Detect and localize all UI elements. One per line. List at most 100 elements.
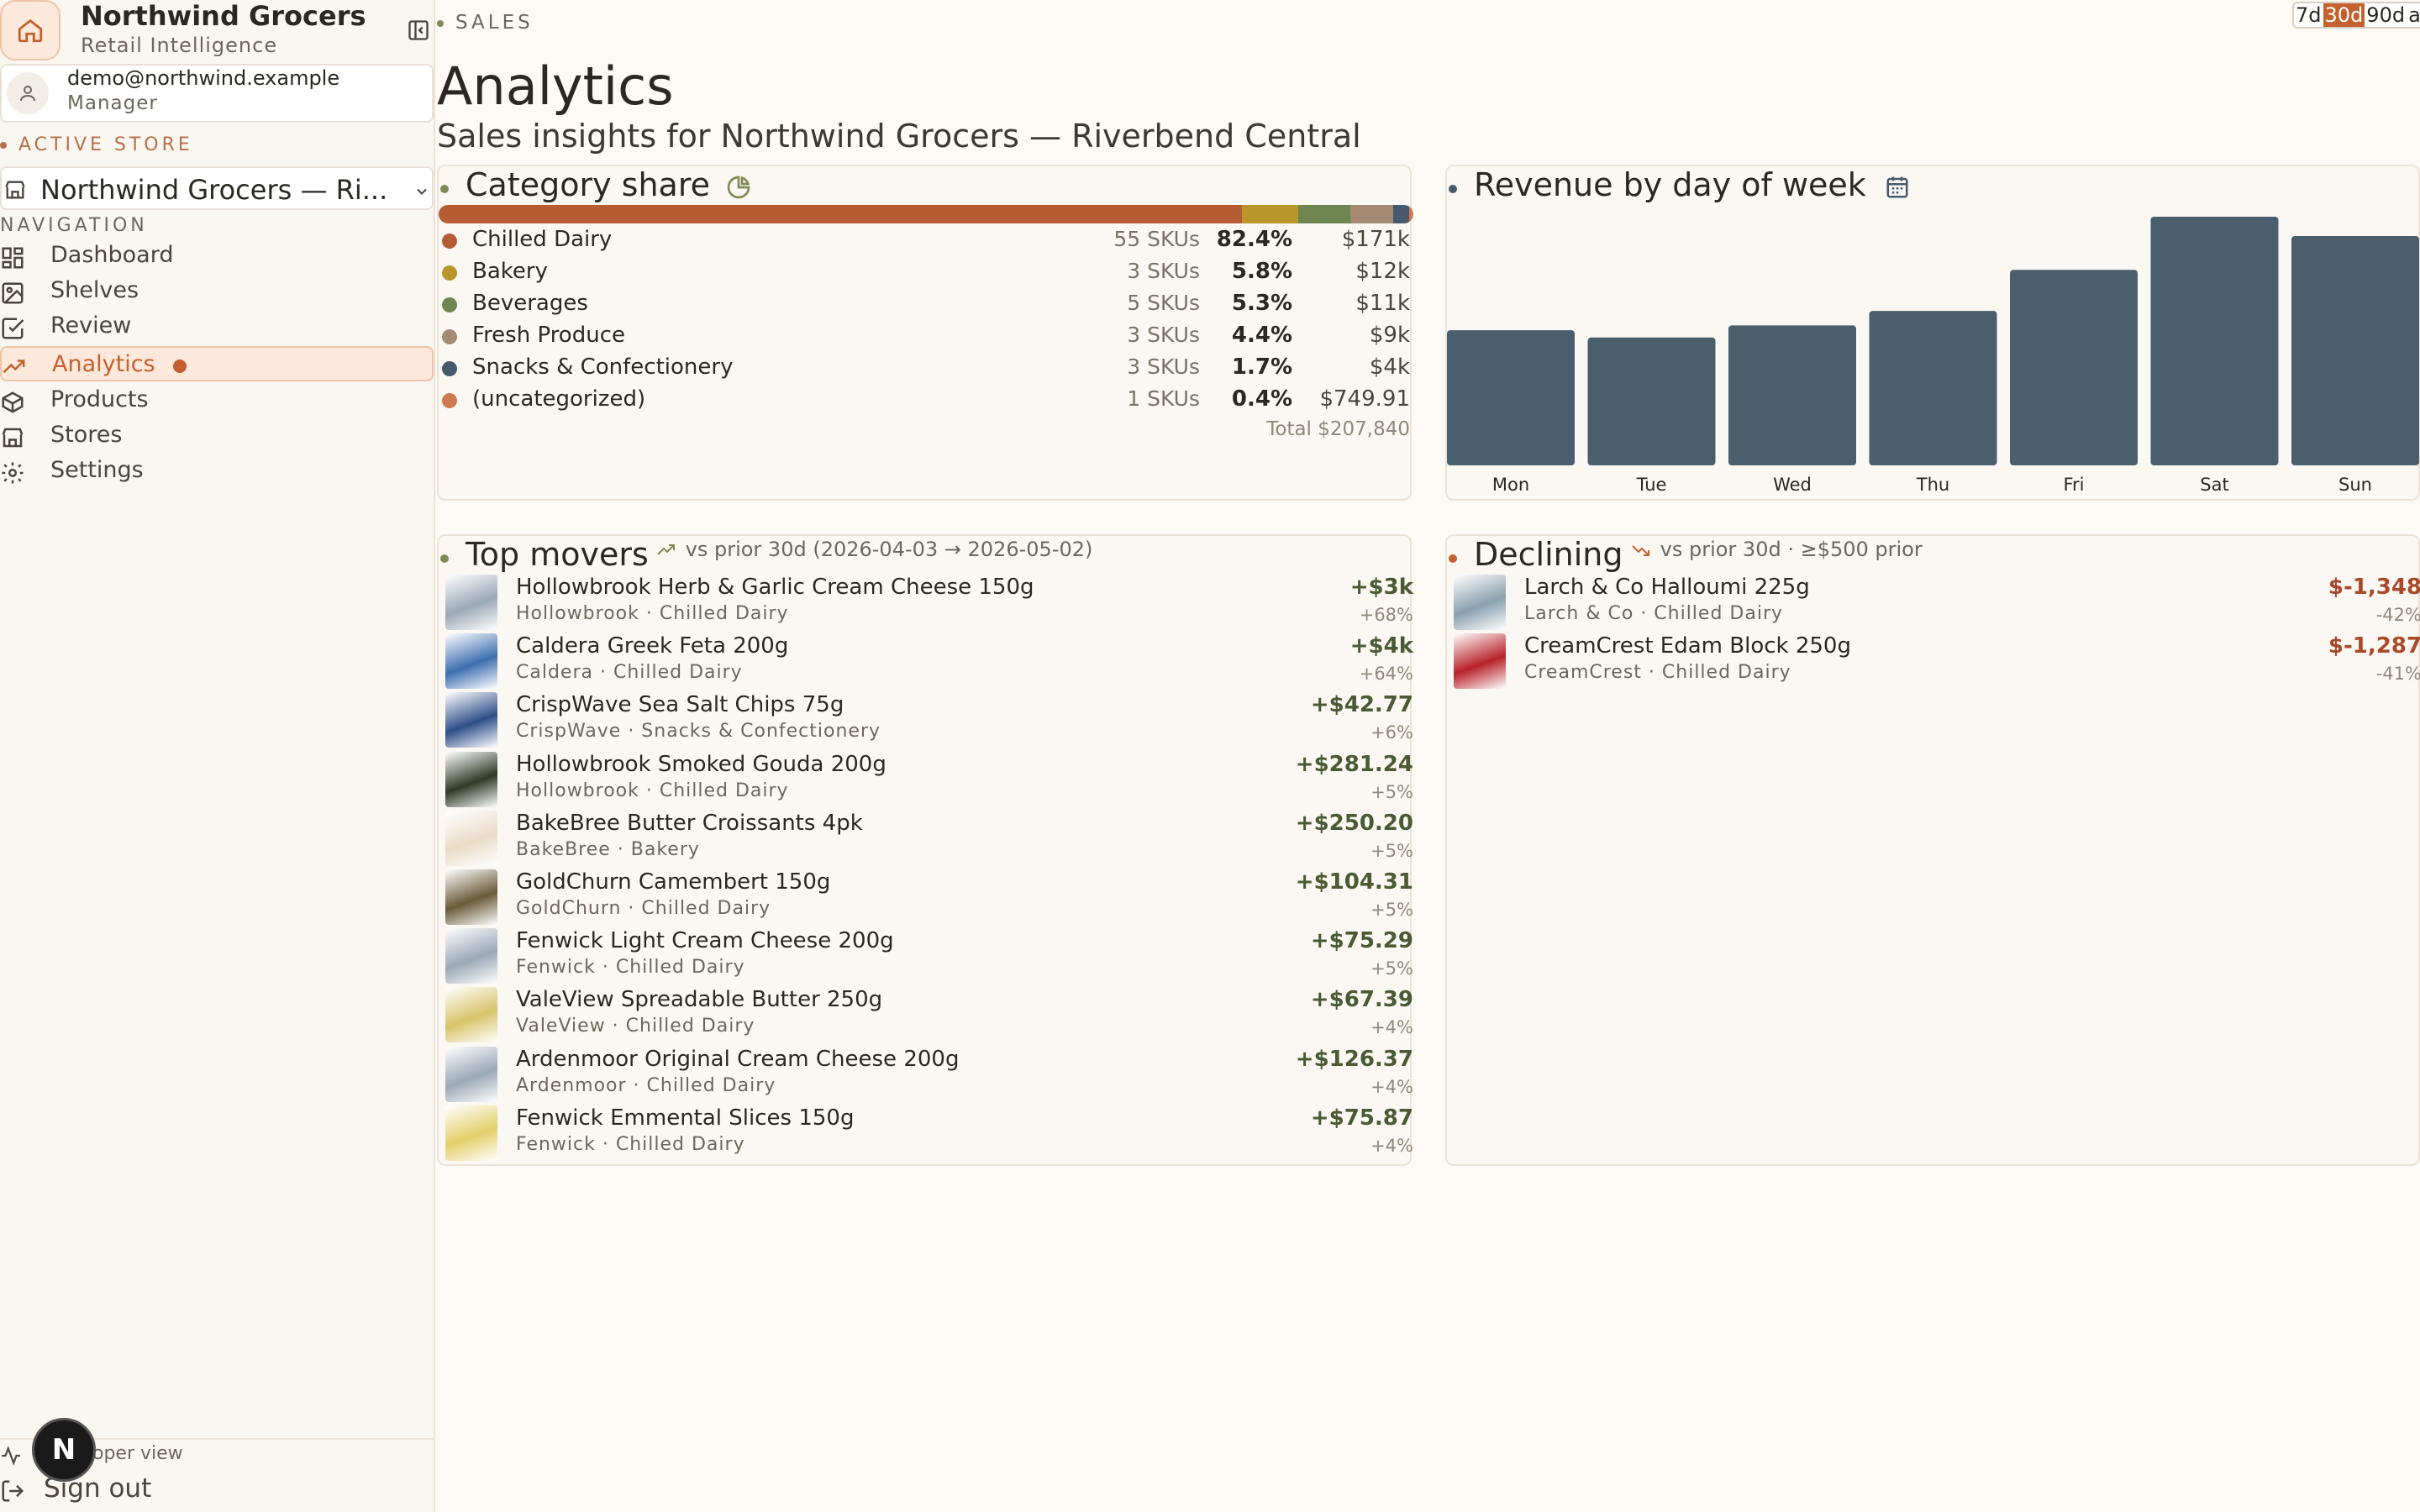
trend-up-icon bbox=[3, 360, 25, 374]
top-mover-item[interactable]: Caldera Greek Feta 200g Caldera · Chilled… bbox=[445, 633, 1413, 692]
category-sku-count: 1 SKUs bbox=[1127, 386, 1200, 411]
product-meta: Fenwick · Chilled Dairy bbox=[516, 957, 745, 979]
category-percent: 4.4% bbox=[1231, 323, 1292, 348]
revenue-delta: +$3k bbox=[1349, 575, 1413, 600]
page-eyebrow: SALES bbox=[437, 12, 534, 34]
revenue-bar-tue[interactable] bbox=[1587, 337, 1716, 465]
category-amount: $4k bbox=[1369, 354, 1410, 380]
top-mover-item[interactable]: ValeView Spreadable Butter 250g ValeView … bbox=[445, 987, 1413, 1046]
nav-item-analytics[interactable]: Analytics bbox=[0, 346, 434, 381]
pie-chart-icon bbox=[727, 176, 750, 198]
nav-item-products[interactable]: Products bbox=[0, 383, 434, 418]
x-tick-label: Sun bbox=[2338, 475, 2372, 495]
revenue-bar-sun[interactable] bbox=[2291, 235, 2419, 465]
declining-note: vs prior 30d · ≥$500 prior bbox=[1628, 538, 1923, 561]
checkbox-icon bbox=[2, 318, 24, 339]
category-row: Snacks & Confectionery 3 SKUs 1.7% $4k bbox=[442, 353, 1410, 383]
category-row: (uncategorized) 1 SKUs 0.4% $749.91 bbox=[442, 385, 1410, 415]
date-range-toggle: 7d 30d 90d all bbox=[2292, 2, 2420, 29]
home-logo-button[interactable] bbox=[0, 0, 60, 60]
card-dot bbox=[440, 185, 449, 193]
percent-change: +5% bbox=[1370, 958, 1413, 979]
active-store-label: ACTIVE STORE bbox=[0, 134, 193, 155]
nav-item-label: Analytics bbox=[52, 351, 155, 377]
product-meta: Caldera · Chilled Dairy bbox=[516, 662, 743, 684]
category-row: Chilled Dairy 55 SKUs 82.4% $171k bbox=[442, 225, 1410, 255]
category-sku-count: 3 SKUs bbox=[1127, 354, 1200, 379]
nav-item-stores[interactable]: Stores bbox=[0, 418, 434, 454]
product-thumbnail bbox=[445, 633, 497, 690]
top-mover-item[interactable]: Fenwick Emmental Slices 150g Fenwick · Ch… bbox=[445, 1105, 1413, 1164]
product-meta: Larch & Co · Chilled Dairy bbox=[1524, 603, 1784, 624]
developer-view-label: oper view bbox=[92, 1443, 183, 1464]
product-thumbnail bbox=[445, 869, 497, 925]
image-icon bbox=[2, 282, 24, 304]
product-meta: BakeBree · Bakery bbox=[516, 838, 700, 860]
revenue-delta: +$250.20 bbox=[1295, 810, 1413, 836]
revenue-bar-sat[interactable] bbox=[2150, 217, 2279, 465]
range-option-all[interactable]: all bbox=[2407, 3, 2420, 27]
top-mover-item[interactable]: Ardenmoor Original Cream Cheese 200g Arde… bbox=[445, 1046, 1413, 1105]
category-amount: $171k bbox=[1341, 227, 1410, 252]
product-thumbnail bbox=[445, 1046, 497, 1102]
nav-item-shelves[interactable]: Shelves bbox=[0, 274, 434, 309]
category-percent: 0.4% bbox=[1231, 386, 1292, 412]
top-mover-item[interactable]: GoldChurn Camembert 150g GoldChurn · Chil… bbox=[445, 869, 1413, 928]
revenue-bar-fri[interactable] bbox=[2010, 270, 2138, 465]
store-selector[interactable]: Northwind Grocers — Ri... bbox=[0, 166, 434, 210]
navigation-label: NAVIGATION bbox=[0, 215, 148, 236]
percent-change: -42% bbox=[2375, 605, 2420, 625]
declining-item[interactable]: Larch & Co Halloumi 225g Larch & Co · Chi… bbox=[1454, 575, 2420, 633]
range-option-7d[interactable]: 7d bbox=[2294, 3, 2323, 27]
revenue-bar-wed[interactable] bbox=[1728, 325, 1856, 465]
nav-item-dashboard[interactable]: Dashboard bbox=[0, 239, 434, 274]
card-title: Top movers bbox=[466, 536, 649, 573]
revenue-delta: +$75.29 bbox=[1310, 928, 1413, 954]
range-option-30d[interactable]: 30d bbox=[2323, 3, 2365, 27]
category-sku-count: 5 SKUs bbox=[1127, 291, 1200, 315]
product-name: GoldChurn Camembert 150g bbox=[516, 869, 831, 895]
top-mover-item[interactable]: Hollowbrook Smoked Gouda 200g Hollowbrook… bbox=[445, 751, 1413, 811]
top-mover-item[interactable]: Hollowbrook Herb & Garlic Cream Cheese 1… bbox=[445, 575, 1413, 633]
category-name: Fresh Produce bbox=[472, 323, 625, 348]
product-meta: CreamCrest · Chilled Dairy bbox=[1524, 662, 1791, 684]
product-name: Larch & Co Halloumi 225g bbox=[1524, 575, 1810, 600]
product-thumbnail bbox=[445, 928, 497, 984]
revenue-delta: +$281.24 bbox=[1295, 751, 1413, 777]
collapse-sidebar-icon[interactable] bbox=[407, 18, 430, 42]
product-name: Ardenmoor Original Cream Cheese 200g bbox=[516, 1046, 960, 1072]
page-subtitle: Sales insights for Northwind Grocers — R… bbox=[437, 118, 1361, 155]
revenue-delta: +$42.77 bbox=[1310, 692, 1413, 718]
category-color-swatch bbox=[442, 234, 457, 249]
product-thumbnail bbox=[445, 987, 497, 1043]
nav-item-label: Review bbox=[50, 312, 132, 339]
product-thumbnail bbox=[445, 1105, 497, 1161]
top-movers-note: vs prior 30d (2026-04-03 → 2026-05-02) bbox=[654, 538, 1092, 561]
top-mover-item[interactable]: Fenwick Light Cream Cheese 200g Fenwick ·… bbox=[445, 928, 1413, 987]
floating-avatar-badge[interactable]: N bbox=[32, 1418, 96, 1482]
revenue-bar-mon[interactable] bbox=[1447, 330, 1575, 465]
category-amount: $9k bbox=[1369, 323, 1410, 348]
nav-item-label: Stores bbox=[50, 422, 123, 448]
revenue-bar-thu[interactable] bbox=[1869, 311, 1997, 465]
product-meta: CrispWave · Snacks & Confectionery bbox=[516, 721, 881, 743]
range-option-90d[interactable]: 90d bbox=[2365, 3, 2407, 27]
nav-item-settings[interactable]: Settings bbox=[0, 454, 434, 489]
product-meta: Ardenmoor · Chilled Dairy bbox=[516, 1074, 776, 1096]
product-name: CreamCrest Edam Block 250g bbox=[1524, 633, 1851, 659]
category-share-segment bbox=[1349, 205, 1393, 223]
percent-change: +5% bbox=[1370, 781, 1413, 802]
user-card[interactable]: demo@northwind.example Manager bbox=[0, 64, 434, 123]
top-mover-item[interactable]: CrispWave Sea Salt Chips 75g CrispWave · … bbox=[445, 692, 1413, 751]
category-share-segment bbox=[439, 205, 1242, 223]
active-indicator-dot bbox=[173, 360, 187, 373]
category-percent: 82.4% bbox=[1216, 227, 1292, 252]
category-color-swatch bbox=[442, 265, 457, 281]
product-name: Hollowbrook Smoked Gouda 200g bbox=[516, 751, 886, 777]
nav-item-review[interactable]: Review bbox=[0, 309, 434, 344]
top-mover-item[interactable]: BakeBree Butter Croissants 4pk BakeBree ·… bbox=[445, 810, 1413, 869]
percent-change: +5% bbox=[1370, 900, 1413, 920]
category-color-swatch bbox=[442, 393, 457, 408]
declining-item[interactable]: CreamCrest Edam Block 250g CreamCrest · C… bbox=[1454, 633, 2420, 692]
product-meta: ValeView · Chilled Dairy bbox=[516, 1016, 755, 1037]
